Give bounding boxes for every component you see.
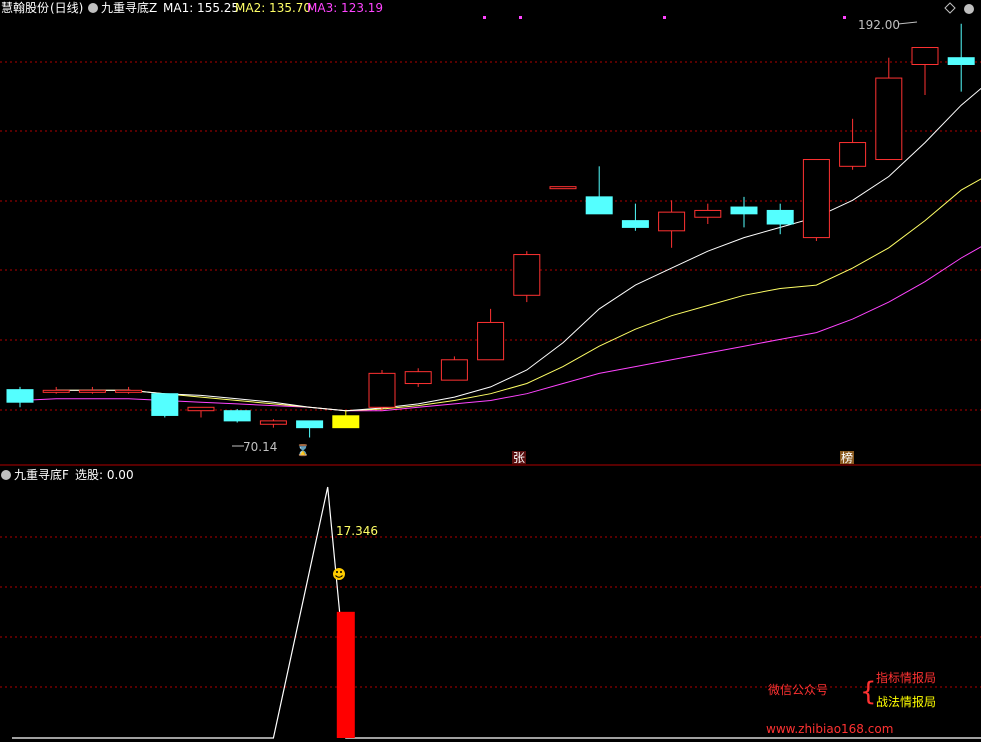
candle: [368, 369, 396, 411]
diamond-icon[interactable]: [944, 2, 956, 14]
candle-body: [875, 77, 903, 161]
candle: [78, 386, 106, 394]
smiley-eye-right: [340, 571, 342, 573]
watermark-wechat: 微信公众号: [768, 683, 828, 697]
candle-body: [78, 389, 106, 393]
signal-value-label: 17.346: [336, 524, 378, 538]
candle-body: [6, 389, 34, 403]
candle: [440, 356, 468, 381]
candle: [694, 203, 722, 225]
candle-body: [115, 389, 143, 393]
candle-body: [947, 57, 975, 65]
lower-grid: [0, 536, 981, 688]
low-price-marker: 70.14: [243, 440, 277, 454]
candle-body: [802, 159, 830, 239]
candle: [730, 196, 758, 228]
candle: [585, 166, 613, 215]
candle-body: [766, 209, 794, 225]
high-marker-arrow: [897, 21, 918, 25]
watermark-brace: {: [860, 677, 877, 707]
candle: [621, 203, 649, 231]
watermark-line1: 指标情报局: [876, 670, 936, 685]
stock-chart: 慧翰股份 (日线) 九重寻底Z MA1: 155.25 MA2: 135.70 …: [0, 0, 981, 739]
high-price-marker: 192.00: [858, 18, 900, 32]
candle-body: [513, 254, 541, 296]
badge-bang: 榜: [841, 450, 853, 465]
stock-name: 慧翰股份: [1, 0, 49, 15]
candle-body: [549, 186, 577, 190]
candle: [513, 251, 541, 303]
candle: [296, 420, 324, 438]
ma2-value: MA2: 135.70: [235, 1, 311, 15]
candle-body: [621, 220, 649, 228]
chevron-down-icon-lower[interactable]: [1, 470, 11, 480]
candle-body: [296, 420, 324, 429]
candle: [6, 386, 34, 408]
candle: [332, 410, 360, 429]
candle: [549, 186, 577, 190]
candle-body: [658, 211, 686, 232]
candle: [658, 200, 686, 248]
candle: [42, 386, 70, 394]
ma3-value: MA3: 123.19: [307, 1, 383, 15]
candle-body: [477, 321, 505, 361]
candle-body: [585, 196, 613, 215]
candle-body: [368, 372, 396, 408]
candle-body: [187, 406, 215, 412]
chevron-down-icon[interactable]: [88, 3, 98, 13]
lower-indicator-name: 九重寻底F: [14, 467, 69, 482]
candle: [187, 406, 215, 418]
candle: [115, 386, 143, 394]
candle: [151, 393, 179, 418]
candle: [259, 419, 287, 428]
collapse-icon[interactable]: [964, 4, 974, 14]
select-value: 选股: 0.00: [75, 468, 134, 482]
candle-body: [694, 209, 722, 218]
candle-body: [404, 371, 432, 385]
candle-body: [332, 415, 360, 429]
smiley-icon: [333, 568, 345, 580]
candle-body: [151, 393, 179, 416]
signal-line: [12, 486, 981, 739]
signal-icon: ⌛: [296, 444, 310, 457]
indicator-name: 九重寻底Z: [101, 0, 157, 15]
candle: [802, 159, 830, 241]
candle-body: [730, 206, 758, 215]
period-label: (日线): [50, 1, 83, 15]
candle-body: [839, 142, 867, 167]
candle-body: [440, 359, 468, 381]
ma1-line: [56, 87, 981, 412]
candle-body: [42, 389, 70, 393]
candle: [223, 408, 251, 423]
signal-bar: [336, 611, 355, 738]
candles: [6, 23, 975, 438]
ma1-value: MA1: 155.25: [163, 1, 239, 15]
candle-body: [911, 47, 939, 65]
watermark-url: www.zhibiao168.com: [766, 722, 893, 736]
candle: [404, 368, 432, 387]
candle-body: [259, 420, 287, 425]
candle: [911, 47, 939, 96]
magenta-dots: [483, 16, 846, 19]
candle-body: [223, 410, 251, 422]
badge-zhang: 张: [513, 451, 525, 465]
watermark-line2: 战法情报局: [876, 694, 936, 709]
smiley-eye-left: [336, 571, 338, 573]
candle: [875, 57, 903, 161]
candle: [477, 308, 505, 361]
candle: [839, 118, 867, 170]
candle: [947, 23, 975, 92]
